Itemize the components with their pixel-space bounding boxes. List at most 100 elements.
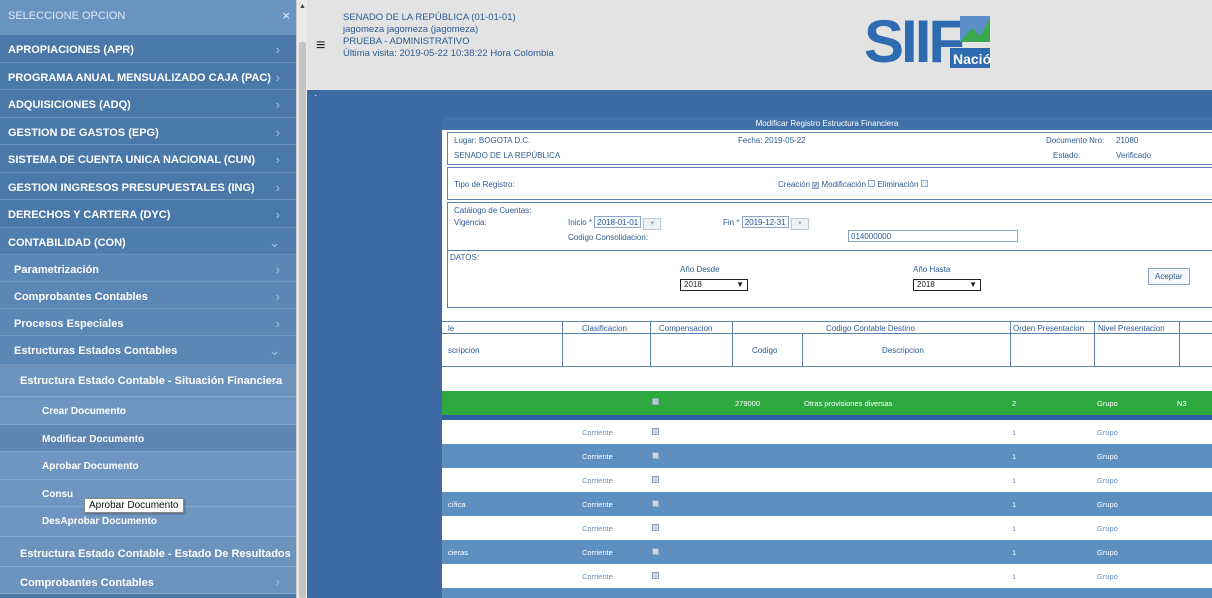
tooltip: Aprobar Documento [84,498,184,513]
leaf-crear-documento[interactable]: Crear Documento [0,397,296,425]
submenu-item-situacion-financiera[interactable]: Estructura Estado Contable - Situación F… [0,365,296,397]
table-row[interactable]: Corriente 1 Grupo [442,420,1212,444]
submenu-label: Parametrización [14,264,99,276]
row-orden: 1 [1012,500,1017,509]
chevron-right-icon: › [275,574,280,589]
close-icon[interactable]: × [282,8,290,23]
inicio-field[interactable]: 2018-01-01 [594,216,642,228]
row-nivel: Grupo [1097,399,1118,408]
menu-label: SISTEMA DE CUENTA UNICA NACIONAL (CUN) [8,154,256,166]
submenu-item-comprobantes-b[interactable]: Comprobantes Contables › [0,567,296,594]
scroll-up-icon[interactable]: ▲ [299,3,306,10]
row-orden: 1 [1012,548,1017,557]
submenu-label: Comprobantes Contables [20,577,154,589]
menu-item-adq[interactable]: ADQUISICIONES (ADQ) › [0,90,296,118]
table-row[interactable]: Corriente 1 Grupo [442,468,1212,492]
svg-text:Nación: Nación [953,51,992,67]
chevron-down-icon[interactable]: ▾ [643,218,662,230]
sidebar-header: SELECCIONE OPCION × [0,0,296,35]
row-checkbox[interactable] [652,428,659,435]
leaf-modificar-documento[interactable]: Modificar Documento [0,424,296,452]
row-checkbox[interactable] [652,524,659,531]
column-header: Orden Presentacion [1013,324,1085,333]
anio-hasta-select[interactable]: 2018 ▼ [913,279,981,291]
row-orden: 2 [1012,399,1017,408]
row-clasificacion: Corriente [582,500,613,509]
last-visit: Última visita: 2019-05-22 10:38:22 Hora … [343,48,554,59]
submenu-label: Estructuras Estados Contables [14,345,178,357]
hamburger-menu-icon[interactable]: ≡ [316,37,325,55]
submenu-item-estructuras[interactable]: Estructuras Estados Contables ⌄ [0,336,296,365]
row-checkbox[interactable] [652,398,659,405]
submenu-label: Procesos Especiales [14,318,124,330]
anio-hasta-value: 2018 [917,280,935,289]
scroll-thumb[interactable] [299,42,306,598]
row-checkbox[interactable] [652,500,659,507]
chevron-right-icon: › [275,207,280,222]
eliminacion-checkbox[interactable] [920,180,928,187]
submenu-item-comprobantes[interactable]: Comprobantes Contables › [0,282,296,309]
creacion-label: Creación [778,180,811,189]
row-checkbox[interactable] [652,452,659,459]
fin-field[interactable]: 2019-12-31 [741,216,789,228]
anio-desde-select-wrap: 2018 ▼ [680,279,748,291]
row-desc-cell: cieras [448,548,469,557]
menu-item-con[interactable]: CONTABILIDAD (CON) ⌄ [0,227,296,255]
fin-label: Fin * [723,218,740,227]
menu-item-dyc[interactable]: DERECHOS Y CARTERA (DYC) › [0,200,296,228]
fin-group: Fin * 2019-12-31 ▾ [723,216,809,230]
lugar-label: Lugar: BOGOTA D.C. [454,136,531,145]
anio-desde-label: Año Desde [680,265,720,274]
chevron-right-icon: › [275,262,280,277]
fecha-label: Fecha: 2019-05-22 [738,136,806,145]
submenu-label: Estructura Estado Contable - Estado De R… [20,548,291,560]
chevron-down-icon: ⌄ [269,372,280,387]
submenu-item-parametrizacion[interactable]: Parametrización › [0,255,296,282]
menu-item-cun[interactable]: SISTEMA DE CUENTA UNICA NACIONAL (CUN) › [0,145,296,173]
row-desc-cell: cífica [448,500,466,509]
entity-name: SENADO DE LA REPÚBLICA (01-01-01) [343,12,516,23]
chevron-down-icon[interactable]: ▾ [790,218,809,230]
table-row[interactable] [442,588,1212,598]
documento-value: 21080 [1116,136,1139,145]
creacion-checkbox[interactable]: ✓ [812,182,820,189]
menu-label: GESTION INGRESOS PRESUPUESTALES (ING) [8,181,255,194]
entidad-label: SENADO DE LA REPÚBLICA [454,151,561,160]
submenu-item-estado-resultados[interactable]: Estructura Estado Contable - Estado De R… [0,537,296,567]
menu-item-apr[interactable]: APROPIACIONES (APR) › [0,35,296,63]
menu-label: ADQUISICIONES (ADQ) [8,99,131,111]
table-row[interactable]: Corriente 1 Grupo [442,564,1212,588]
table-row[interactable]: Corriente 1 Grupo [442,444,1212,468]
menu-label: DERECHOS Y CARTERA (DYC) [8,209,171,221]
anio-desde-select[interactable]: 2018 ▼ [680,279,748,291]
menu-label: GESTION DE GASTOS (EPG) [8,126,159,139]
table-row-selected[interactable]: 279000 Otras provisiones diversas 2 Grup… [442,391,1212,415]
menu-item-pac[interactable]: PROGRAMA ANUAL MENSUALIZADO CAJA (PAC) › [0,63,296,90]
row-checkbox[interactable] [652,476,659,483]
row-orden: 1 [1012,524,1017,533]
submenu-item-procesos[interactable]: Procesos Especiales › [0,309,296,336]
menu-item-epg[interactable]: GESTION DE GASTOS (EPG) › [0,118,296,145]
session-info: SENADO DE LA REPÚBLICA (01-01-01) jagome… [343,12,554,60]
codigo-consolidacion-field-wrap: 014000000 [848,230,1018,242]
modificacion-checkbox[interactable] [868,180,876,187]
table-header: le Clasificacion Compensacion Codigo Con… [442,321,1212,334]
estado-value: Verificado [1116,151,1152,160]
row-checkbox[interactable] [652,548,659,555]
codigo-consolidacion-field[interactable]: 014000000 [848,230,1018,242]
menu-item-ing[interactable]: GESTION INGRESOS PRESUPUESTALES (ING) › [0,173,296,200]
row-orden: 1 [1012,572,1017,581]
tipo-registro-label: Tipo de Registro: [454,180,515,189]
row-checkbox[interactable] [652,572,659,579]
column-header: le [448,324,455,333]
aceptar-button[interactable]: Aceptar [1148,268,1190,285]
table-row[interactable]: cieras Corriente 1 Grupo [442,540,1212,564]
document-header-box: Lugar: BOGOTA D.C. SENADO DE LA REPÚBLIC… [447,132,1212,165]
table-row[interactable]: cífica Corriente 1 Grupo [442,492,1212,516]
anio-desde-value: 2018 [684,280,702,289]
sidebar-scrollbar[interactable]: ▲ [296,0,307,598]
row-nivel: Grupo [1097,572,1118,581]
table-row[interactable]: Corriente 1 Grupo [442,516,1212,540]
leaf-aprobar-documento[interactable]: Aprobar Documento [0,452,296,480]
inicio-group: Inicio * 2018-01-01 ▾ [568,216,662,230]
